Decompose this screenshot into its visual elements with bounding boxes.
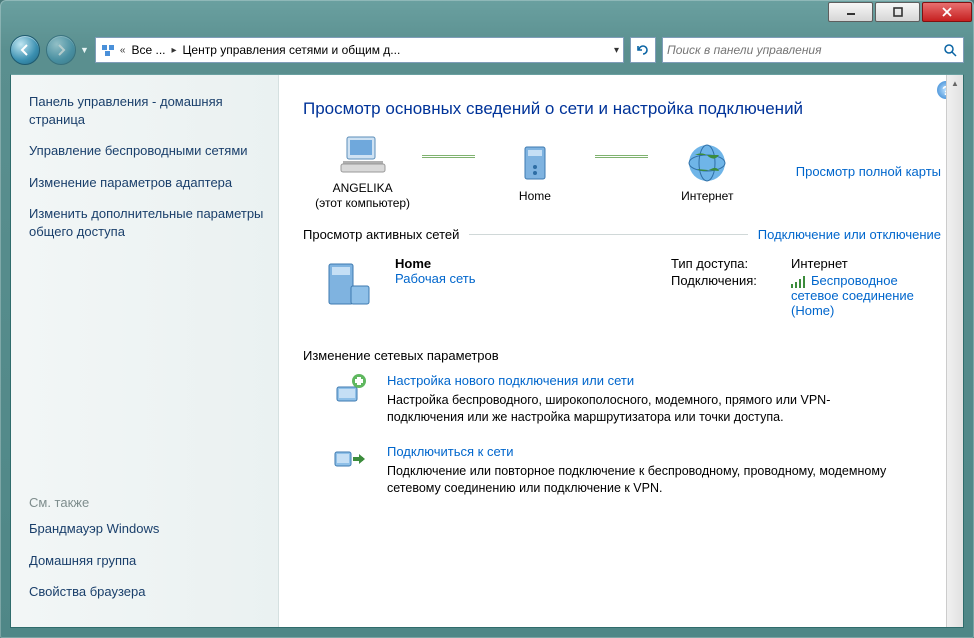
task-new-connection-desc: Настройка беспроводного, широкополосного… xyxy=(387,392,907,426)
computer-icon xyxy=(339,133,387,177)
maximize-button[interactable] xyxy=(875,2,920,22)
refresh-button[interactable] xyxy=(630,37,656,63)
access-label: Тип доступа: xyxy=(671,256,791,271)
sidebar-sharing[interactable]: Изменить дополнительные параметры общего… xyxy=(29,205,264,240)
full-map-link[interactable]: Просмотр полной карты xyxy=(796,164,941,179)
breadcrumb-dropdown[interactable]: ▾ xyxy=(614,45,619,56)
search-icon[interactable] xyxy=(941,41,959,59)
window-frame: ▼ « Все ... ▸ Центр управления сетями и … xyxy=(0,0,974,638)
network-type-link[interactable]: Рабочая сеть xyxy=(395,271,476,286)
task-new-connection-link[interactable]: Настройка нового подключения или сети xyxy=(387,373,907,388)
network-map: ANGELIKA (этот компьютер) Home Ин xyxy=(303,133,941,211)
change-settings-heading: Изменение сетевых параметров xyxy=(303,348,941,363)
forward-button[interactable] xyxy=(46,35,76,65)
see-also-firewall[interactable]: Брандмауэр Windows xyxy=(29,520,264,538)
sidebar-wireless[interactable]: Управление беспроводными сетями xyxy=(29,142,264,160)
minimize-button[interactable] xyxy=(828,2,873,22)
router-icon xyxy=(515,141,555,185)
search-input[interactable] xyxy=(667,43,941,57)
connect-icon xyxy=(333,444,369,476)
map-hub-name: Home xyxy=(519,189,551,204)
connection-link[interactable]: Беспроводное сетевое соединение (Home) xyxy=(791,273,914,318)
map-pc-name: ANGELIKA (этот компьютер) xyxy=(315,181,410,211)
chevron-left-icon: « xyxy=(120,45,126,56)
scroll-up-icon[interactable]: ▲ xyxy=(947,75,963,92)
network-center-icon xyxy=(100,42,116,58)
see-also-browser[interactable]: Свойства браузера xyxy=(29,583,264,601)
scrollbar[interactable]: ▲ xyxy=(946,75,963,627)
back-button[interactable] xyxy=(10,35,40,65)
titlebar xyxy=(0,0,974,32)
sidebar: Панель управления - домашняя страница Уп… xyxy=(11,75,279,627)
task-connect-desc: Подключение или повторное подключение к … xyxy=(387,463,907,497)
connect-disconnect-link[interactable]: Подключение или отключение xyxy=(758,227,941,242)
sidebar-see-also: См. также Брандмауэр Windows Домашняя гр… xyxy=(29,495,264,615)
task-new-connection: Настройка нового подключения или сети На… xyxy=(333,373,941,426)
globe-icon xyxy=(685,141,729,185)
breadcrumb-root[interactable]: Все ... xyxy=(129,43,167,57)
connector-line xyxy=(422,155,475,158)
breadcrumb[interactable]: « Все ... ▸ Центр управления сетями и об… xyxy=(95,37,624,63)
active-network-row: Home Рабочая сеть Тип доступа: Интернет … xyxy=(303,250,941,324)
active-networks-header: Просмотр активных сетей Подключение или … xyxy=(303,227,941,242)
access-value: Интернет xyxy=(791,256,941,271)
search-box[interactable] xyxy=(662,37,964,63)
history-dropdown[interactable]: ▼ xyxy=(80,45,89,55)
nav-row: ▼ « Все ... ▸ Центр управления сетями и … xyxy=(0,32,974,68)
task-connect-link[interactable]: Подключиться к сети xyxy=(387,444,907,459)
breadcrumb-current[interactable]: Центр управления сетями и общим д... xyxy=(181,43,403,57)
sidebar-adapter[interactable]: Изменение параметров адаптера xyxy=(29,174,264,192)
close-button[interactable] xyxy=(922,2,972,22)
connector-line xyxy=(595,155,648,158)
sidebar-home[interactable]: Панель управления - домашняя страница xyxy=(29,93,264,128)
content-area: Панель управления - домашняя страница Уп… xyxy=(10,74,964,628)
signal-icon xyxy=(791,276,807,288)
map-internet-name: Интернет xyxy=(681,189,733,204)
network-icon xyxy=(323,256,379,312)
new-connection-icon xyxy=(333,373,369,405)
chevron-right-icon: ▸ xyxy=(172,45,177,56)
connections-label: Подключения: xyxy=(671,273,791,318)
page-title: Просмотр основных сведений о сети и наст… xyxy=(303,99,941,119)
main-panel: ? ▲ Просмотр основных сведений о сети и … xyxy=(279,75,963,627)
see-also-homegroup[interactable]: Домашняя группа xyxy=(29,552,264,570)
network-name: Home xyxy=(395,256,476,271)
see-also-heading: См. также xyxy=(29,495,264,510)
task-connect: Подключиться к сети Подключение или повт… xyxy=(333,444,941,497)
